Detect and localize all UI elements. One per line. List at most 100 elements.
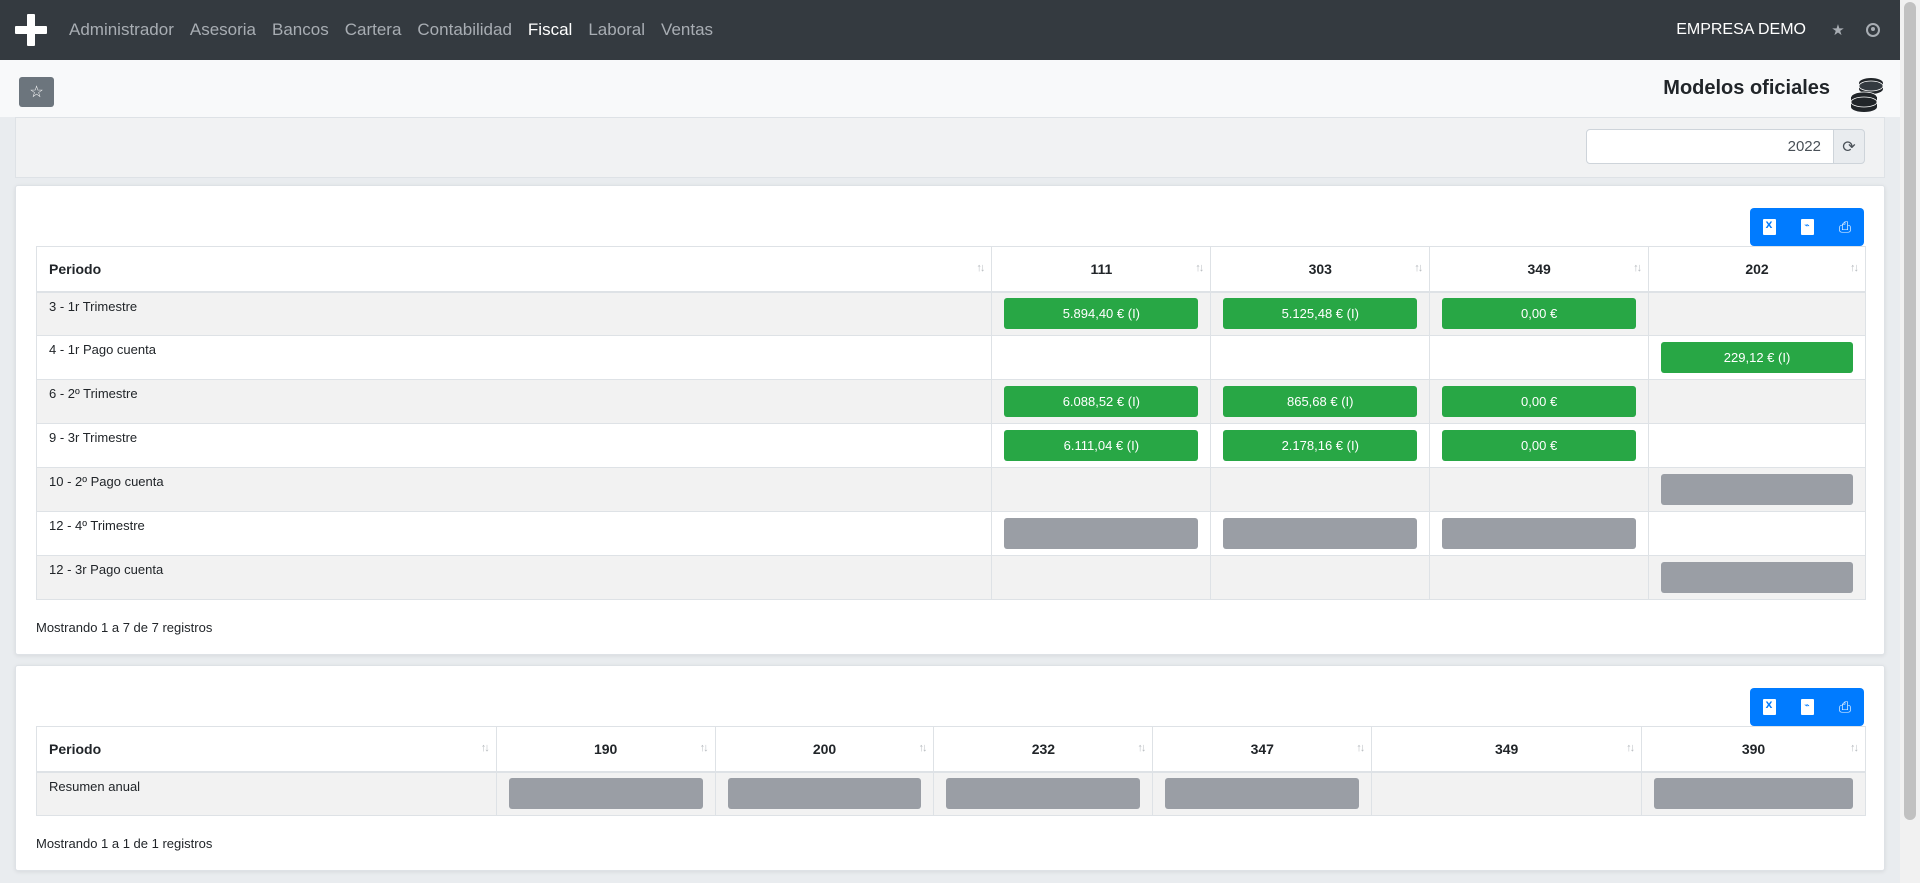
column-header-390[interactable]: 390 ↑↓ — [1641, 726, 1866, 773]
export-button-group: ⎙ — [1750, 688, 1864, 726]
model-cell — [1429, 511, 1650, 556]
nav-link-asesoria[interactable]: Asesoria — [190, 20, 256, 40]
print-button[interactable]: ⎙ — [1826, 688, 1864, 726]
export-pdf-button[interactable] — [1788, 208, 1826, 246]
model-cell: 2.178,16 € (I) — [1210, 423, 1431, 468]
model-cell — [1648, 467, 1866, 512]
page-header: ☆ Modelos oficiales — [0, 60, 1900, 117]
model-cell: 865,68 € (I) — [1210, 379, 1431, 424]
nav-link-administrador[interactable]: Administrador — [69, 20, 174, 40]
model-cell — [1429, 555, 1650, 600]
model-result-button[interactable]: 5.125,48 € (I) — [1223, 298, 1418, 330]
model-cell — [991, 511, 1212, 556]
model-pending-button[interactable] — [727, 778, 922, 810]
period-cell: 6 - 2º Trimestre — [35, 379, 993, 424]
table-row: 3 - 1r Trimestre 5.894,40 € (I) 5.125,48 €… — [35, 291, 1866, 336]
model-result-button[interactable]: 6.111,04 € (I) — [1004, 430, 1199, 461]
export-button-group: ⎙ — [1750, 208, 1864, 246]
column-header-349[interactable]: 349 ↑↓ — [1429, 246, 1650, 293]
model-cell — [1210, 511, 1431, 556]
column-header-349[interactable]: 349 ↑↓ — [1371, 726, 1643, 773]
quarterly-models-card: ⎙ Periodo ↑↓ 111 ↑↓ 303 ↑↓ 349 ↑↓ 202 ↑↓ 3 - 1r T… — [15, 185, 1885, 655]
model-pending-button[interactable] — [1661, 562, 1853, 593]
model-pending-button[interactable] — [1442, 518, 1637, 549]
export-pdf-button[interactable] — [1788, 688, 1826, 726]
model-cell — [991, 467, 1212, 512]
user-account-icon[interactable] — [1866, 23, 1880, 37]
model-result-button[interactable]: 5.894,40 € (I) — [1004, 298, 1199, 330]
coins-icon — [1850, 78, 1884, 112]
model-result-button[interactable]: 0,00 € — [1442, 386, 1637, 417]
export-excel-button[interactable] — [1750, 688, 1788, 726]
column-header-347[interactable]: 347 ↑↓ — [1152, 726, 1373, 773]
model-pending-button[interactable] — [1654, 778, 1853, 810]
model-cell — [1210, 335, 1431, 380]
column-header-232[interactable]: 232 ↑↓ — [933, 726, 1154, 773]
company-name[interactable]: EMPRESA DEMO — [1676, 21, 1806, 39]
model-result-button[interactable]: 0,00 € — [1442, 298, 1637, 330]
model-pending-button[interactable] — [1165, 778, 1360, 810]
print-button[interactable]: ⎙ — [1826, 208, 1864, 246]
model-cell — [1648, 555, 1866, 600]
brand-plus-logo[interactable] — [15, 14, 47, 46]
column-header-303[interactable]: 303 ↑↓ — [1210, 246, 1431, 293]
column-header-200[interactable]: 200 ↑↓ — [714, 726, 935, 773]
nav-link-fiscal[interactable]: Fiscal — [528, 20, 572, 40]
model-result-button[interactable]: 0,00 € — [1442, 430, 1637, 461]
table-info: Mostrando 1 a 1 de 1 registros — [36, 836, 213, 851]
sort-icon[interactable]: ↑↓ — [1850, 742, 1859, 754]
refresh-icon: ⟳ — [1842, 138, 1856, 156]
scrollbar-thumb[interactable] — [1904, 2, 1916, 820]
sort-icon[interactable]: ↑↓ — [700, 742, 709, 754]
refresh-button[interactable]: ⟳ — [1833, 129, 1865, 164]
column-header-periodo[interactable]: Periodo ↑↓ — [35, 246, 993, 293]
model-cell — [1210, 555, 1431, 600]
model-pending-button[interactable] — [1004, 518, 1199, 549]
bookmarks-star-icon[interactable]: ★ — [1830, 21, 1846, 39]
star-outline-icon: ☆ — [29, 84, 44, 101]
page-scrollbar[interactable] — [1900, 0, 1920, 883]
table-info: Mostrando 1 a 7 de 7 registros — [36, 620, 213, 635]
column-header-label: 349 — [1527, 260, 1551, 277]
nav-link-cartera[interactable]: Cartera — [345, 20, 402, 40]
sort-icon[interactable]: ↑↓ — [976, 262, 985, 274]
column-header-label: 202 — [1745, 260, 1769, 277]
model-pending-button[interactable] — [508, 778, 703, 810]
column-header-202[interactable]: 202 ↑↓ — [1648, 246, 1866, 293]
sort-icon[interactable]: ↑↓ — [1195, 262, 1204, 274]
model-result-button[interactable]: 229,12 € (I) — [1661, 342, 1853, 373]
column-header-111[interactable]: 111 ↑↓ — [991, 246, 1212, 293]
model-cell — [1429, 335, 1650, 380]
table-row: 9 - 3r Trimestre 6.111,04 € (I) 2.178,16 €… — [35, 423, 1866, 468]
sort-icon[interactable]: ↑↓ — [1633, 262, 1642, 274]
sort-icon[interactable]: ↑↓ — [1626, 742, 1635, 754]
table-row: 4 - 1r Pago cuenta 229,12 € (I) — [35, 335, 1866, 380]
model-cell: 5.125,48 € (I) — [1210, 291, 1431, 336]
column-header-190[interactable]: 190 ↑↓ — [495, 726, 716, 773]
nav-link-contabilidad[interactable]: Contabilidad — [417, 20, 512, 40]
model-result-button[interactable]: 2.178,16 € (I) — [1223, 430, 1418, 461]
model-cell — [495, 771, 716, 816]
add-favorite-button[interactable]: ☆ — [19, 77, 54, 107]
sort-icon[interactable]: ↑↓ — [1850, 262, 1859, 274]
sort-icon[interactable]: ↑↓ — [1356, 742, 1365, 754]
sort-icon[interactable]: ↑↓ — [918, 742, 927, 754]
nav-link-bancos[interactable]: Bancos — [272, 20, 329, 40]
model-pending-button[interactable] — [1661, 474, 1853, 505]
nav-link-laboral[interactable]: Laboral — [588, 20, 645, 40]
model-result-button[interactable]: 865,68 € (I) — [1223, 386, 1418, 417]
model-result-button[interactable]: 6.088,52 € (I) — [1004, 386, 1199, 417]
file-pdf-icon — [1800, 219, 1814, 235]
sort-icon[interactable]: ↑↓ — [1414, 262, 1423, 274]
export-excel-button[interactable] — [1750, 208, 1788, 246]
model-cell: 229,12 € (I) — [1648, 335, 1866, 380]
model-pending-button[interactable] — [1223, 518, 1418, 549]
column-header-label: 390 — [1741, 740, 1766, 757]
model-pending-button[interactable] — [946, 778, 1141, 810]
sort-icon[interactable]: ↑↓ — [481, 742, 490, 754]
column-header-label: 347 — [1250, 740, 1274, 757]
column-header-periodo[interactable]: Periodo ↑↓ — [36, 726, 497, 773]
sort-icon[interactable]: ↑↓ — [1137, 742, 1146, 754]
year-input[interactable] — [1586, 129, 1834, 164]
nav-link-ventas[interactable]: Ventas — [661, 20, 713, 40]
